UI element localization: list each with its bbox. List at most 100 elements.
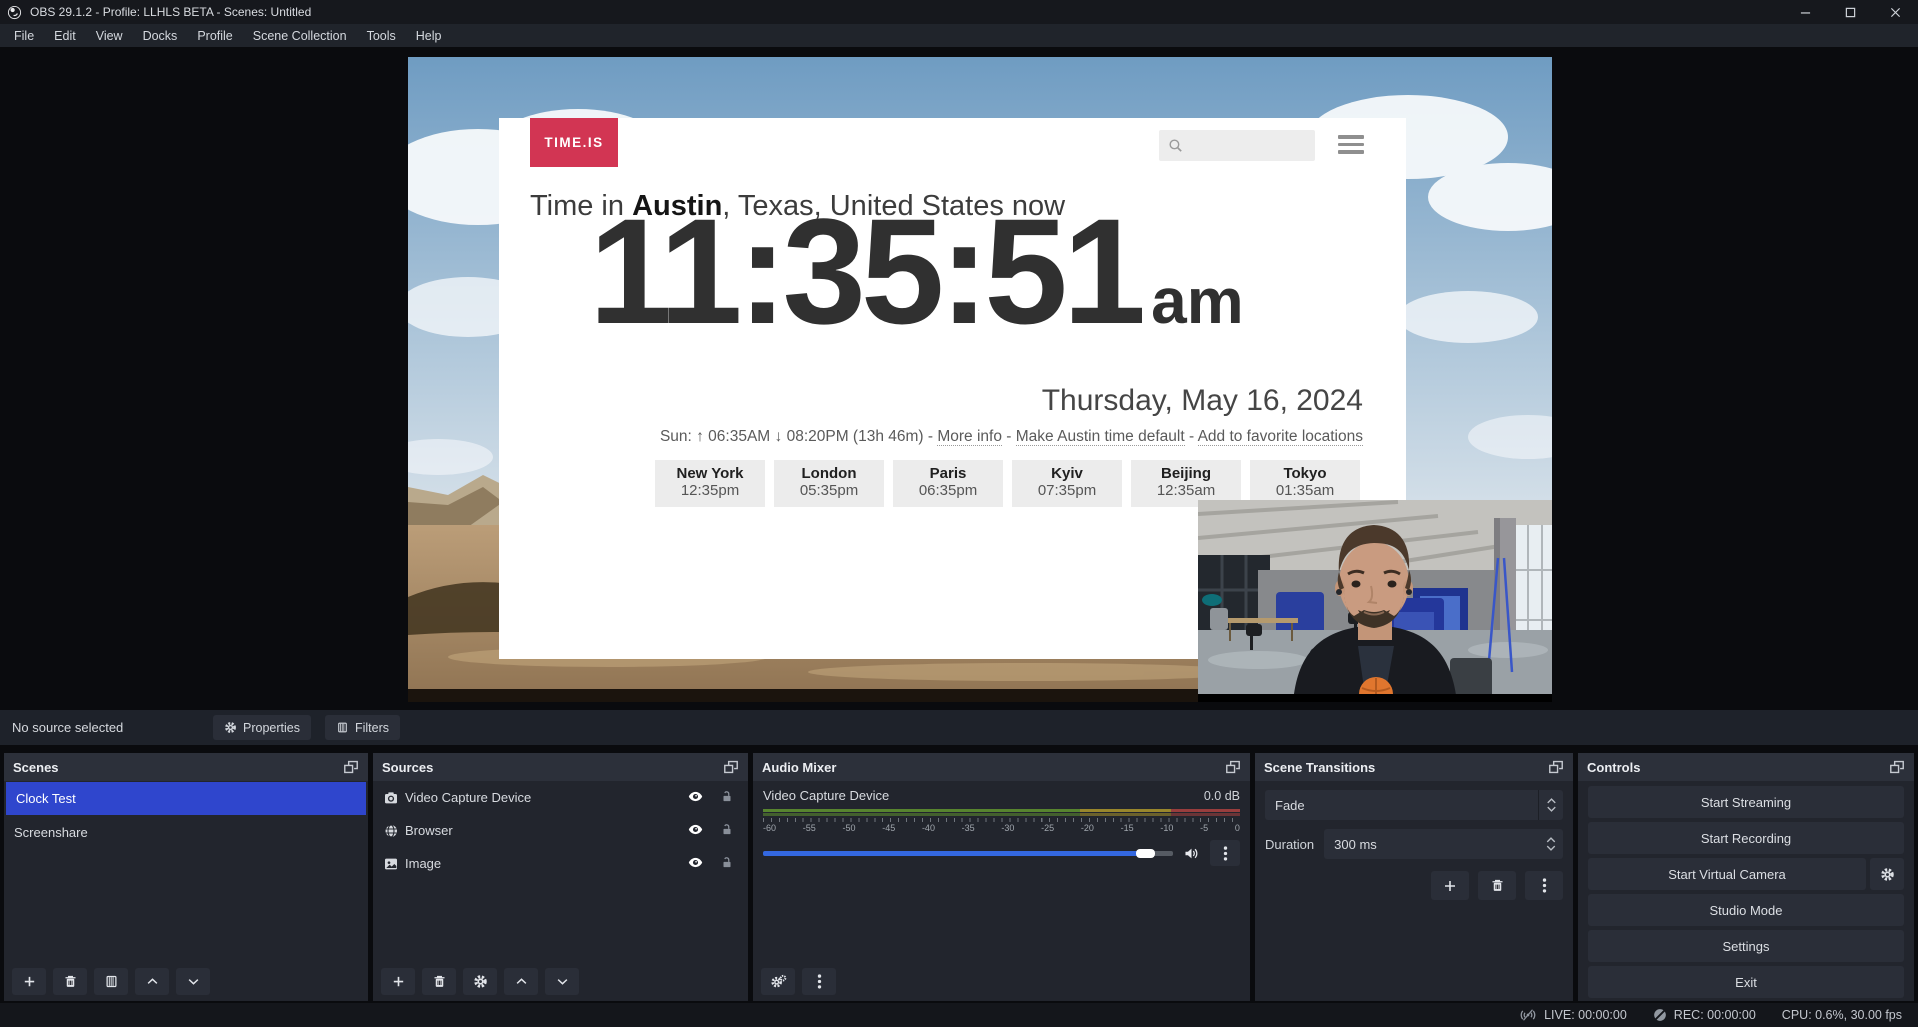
- preview-area: TIME.IS Time in Austin, Texas, United St…: [0, 47, 1918, 710]
- close-button[interactable]: [1873, 0, 1918, 24]
- studio-mode-button[interactable]: Studio Mode: [1588, 894, 1904, 926]
- window-title: OBS 29.1.2 - Profile: LLHLS BETA - Scene…: [30, 5, 311, 19]
- virtual-camera-settings-button[interactable]: [1870, 858, 1904, 890]
- settings-button[interactable]: Settings: [1588, 930, 1904, 962]
- controls-panel: Controls Start Streaming Start Recording…: [1578, 753, 1914, 1001]
- audio-mixer-header[interactable]: Audio Mixer: [753, 753, 1250, 781]
- start-streaming-button[interactable]: Start Streaming: [1588, 786, 1904, 818]
- popout-icon[interactable]: [343, 760, 359, 774]
- obs-window: OBS 29.1.2 - Profile: LLHLS BETA - Scene…: [0, 0, 1918, 1027]
- transition-menu-button[interactable]: [1525, 871, 1563, 900]
- statusbar: LIVE: 00:00:00 REC: 00:00:00 CPU: 0.6%, …: [0, 1003, 1918, 1027]
- add-transition-button[interactable]: [1431, 871, 1469, 900]
- meter-scale: -60-55-50-45-40-35-30-25-20-15-10-50: [763, 823, 1240, 833]
- mixer-level-db: 0.0 dB: [1204, 789, 1240, 803]
- remove-scene-button[interactable]: [53, 968, 87, 995]
- sources-header[interactable]: Sources: [373, 753, 748, 781]
- source-properties-button[interactable]: [463, 968, 497, 995]
- globe-icon: [383, 823, 405, 839]
- scene-filters-button[interactable]: [94, 968, 128, 995]
- volume-slider-handle[interactable]: [1136, 849, 1155, 858]
- scene-down-button[interactable]: [176, 968, 210, 995]
- mixer-menu-button[interactable]: [802, 968, 836, 995]
- selection-toolbar: No source selected Properties Filters: [0, 710, 1918, 745]
- source-item-browser[interactable]: Browser: [373, 814, 748, 847]
- eye-icon[interactable]: [687, 788, 704, 808]
- titlebar: OBS 29.1.2 - Profile: LLHLS BETA - Scene…: [0, 0, 1918, 24]
- remove-transition-button[interactable]: [1478, 871, 1516, 900]
- menu-docks[interactable]: Docks: [133, 26, 188, 46]
- search-icon: [1167, 137, 1184, 154]
- duration-label: Duration: [1265, 837, 1314, 852]
- transition-select-arrows[interactable]: [1538, 790, 1563, 820]
- mixer-channel-menu-button[interactable]: [1210, 840, 1240, 866]
- volume-meter-peak: [763, 813, 1240, 816]
- scene-item-clock-test[interactable]: Clock Test: [6, 782, 366, 815]
- properties-button[interactable]: Properties: [213, 715, 311, 740]
- start-recording-button[interactable]: Start Recording: [1588, 822, 1904, 854]
- search-input: [1159, 130, 1315, 161]
- more-info-link: More info: [937, 428, 1002, 446]
- controls-header[interactable]: Controls: [1578, 753, 1914, 781]
- menu-tools[interactable]: Tools: [357, 26, 406, 46]
- add-scene-button[interactable]: [12, 968, 46, 995]
- city-card: Kyiv07:35pm: [1012, 460, 1122, 507]
- live-status: LIVE: 00:00:00: [1519, 1008, 1627, 1022]
- unlock-icon[interactable]: [720, 789, 734, 807]
- add-source-button[interactable]: [381, 968, 415, 995]
- scenes-header[interactable]: Scenes: [4, 753, 368, 781]
- menu-edit[interactable]: Edit: [44, 26, 86, 46]
- source-item-image[interactable]: Image: [373, 847, 748, 880]
- popout-icon[interactable]: [1225, 760, 1241, 774]
- source-down-button[interactable]: [545, 968, 579, 995]
- remove-source-button[interactable]: [422, 968, 456, 995]
- duration-input[interactable]: 300 ms: [1324, 829, 1563, 859]
- filters-button[interactable]: Filters: [325, 715, 400, 740]
- source-up-button[interactable]: [504, 968, 538, 995]
- live-icon: [1519, 1008, 1537, 1022]
- eye-icon[interactable]: [687, 821, 704, 841]
- city-card: Paris06:35pm: [893, 460, 1003, 507]
- unlock-icon[interactable]: [720, 855, 734, 873]
- source-item-video-capture[interactable]: Video Capture Device: [373, 781, 748, 814]
- webcam-overlay: [1198, 500, 1552, 702]
- menu-view[interactable]: View: [86, 26, 133, 46]
- dock-area: Scenes Clock Test Screenshare Sources: [0, 745, 1918, 1003]
- duration-spin-arrows[interactable]: [1546, 829, 1556, 859]
- popout-icon[interactable]: [1548, 760, 1564, 774]
- menu-scene-collection[interactable]: Scene Collection: [243, 26, 357, 46]
- start-virtual-camera-button[interactable]: Start Virtual Camera: [1588, 858, 1866, 890]
- scene-transitions-header[interactable]: Scene Transitions: [1255, 753, 1573, 781]
- selection-status: No source selected: [12, 720, 213, 735]
- menubar: File Edit View Docks Profile Scene Colle…: [0, 24, 1918, 47]
- menu-help[interactable]: Help: [406, 26, 452, 46]
- volume-slider[interactable]: [763, 851, 1173, 856]
- unlock-icon[interactable]: [720, 822, 734, 840]
- current-time: 11:35:51am: [589, 196, 1244, 346]
- advanced-audio-button[interactable]: [761, 968, 795, 995]
- exit-button[interactable]: Exit: [1588, 966, 1904, 998]
- obs-logo-icon: [7, 5, 22, 20]
- volume-meter: [763, 809, 1240, 812]
- minimize-button[interactable]: [1783, 0, 1828, 24]
- make-default-link: Make Austin time default: [1016, 428, 1185, 446]
- eye-icon[interactable]: [687, 854, 704, 874]
- maximize-button[interactable]: [1828, 0, 1873, 24]
- scene-item-screenshare[interactable]: Screenshare: [4, 816, 368, 849]
- video-preview[interactable]: TIME.IS Time in Austin, Texas, United St…: [408, 57, 1552, 702]
- scenes-panel: Scenes Clock Test Screenshare: [4, 753, 368, 1001]
- menu-file[interactable]: File: [4, 26, 44, 46]
- sun-info: Sun: ↑ 06:35AM ↓ 08:20PM (13h 46m) - Mor…: [660, 428, 1363, 446]
- meter-tickmarks: [763, 818, 1240, 822]
- city-card: London05:35pm: [774, 460, 884, 507]
- mixer-channel-name: Video Capture Device: [763, 788, 889, 803]
- menu-profile[interactable]: Profile: [187, 26, 242, 46]
- popout-icon[interactable]: [723, 760, 739, 774]
- transition-select[interactable]: Fade: [1265, 790, 1563, 820]
- hamburger-icon: [1338, 135, 1364, 158]
- scene-up-button[interactable]: [135, 968, 169, 995]
- sources-panel: Sources Video Capture Device Browser: [373, 753, 748, 1001]
- popout-icon[interactable]: [1889, 760, 1905, 774]
- rec-icon: [1653, 1008, 1667, 1022]
- speaker-icon[interactable]: [1183, 845, 1200, 862]
